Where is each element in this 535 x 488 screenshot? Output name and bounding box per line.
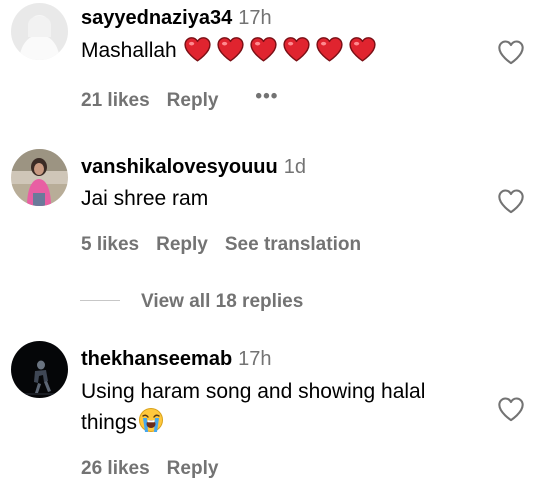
reply-button[interactable]: Reply (156, 234, 208, 255)
loudly-crying-face-icon (138, 407, 164, 442)
comment-3: thekhanseemab 17h Using haram song and sh… (0, 330, 535, 488)
red-heart-emoji (349, 37, 376, 62)
red-heart-emoji (184, 37, 211, 62)
like-heart-icon[interactable] (497, 188, 525, 214)
comment-2: vanshikalovesyouuu 1d Jai shree ram 5 lik… (0, 140, 535, 270)
comment-header: vanshikalovesyouuu 1d (81, 155, 306, 179)
see-translation-link[interactable]: See translation (225, 234, 361, 255)
comment-actions: 5 likes Reply See translation (81, 233, 378, 257)
comment-text-content: Mashallah (81, 39, 177, 62)
likes-count[interactable]: 5 likes (81, 234, 139, 255)
timestamp: 1d (283, 156, 306, 178)
username[interactable]: thekhanseemab (81, 348, 232, 370)
comment-text-content: Jai shree ram (81, 187, 209, 210)
avatar[interactable] (11, 3, 68, 60)
comment-header: thekhanseemab 17h (81, 347, 272, 371)
comment-1: sayyednaziya34 17h Mashallah 21 likes Repl… (0, 0, 535, 125)
comment-text: Jai shree ram (81, 184, 208, 214)
avatar[interactable] (11, 149, 68, 206)
heart-emojis (183, 36, 381, 71)
avatar[interactable] (11, 341, 68, 398)
likes-count[interactable]: 26 likes (81, 458, 150, 479)
like-heart-icon[interactable] (497, 396, 525, 422)
comment-text-line1: Using haram song and showing halal (81, 380, 426, 403)
reply-button[interactable]: Reply (167, 90, 219, 111)
red-heart-emoji (250, 37, 277, 62)
more-options-icon[interactable]: ••• (255, 85, 278, 109)
view-replies-button[interactable]: View all 18 replies (80, 290, 303, 314)
comment-text: Mashallah (81, 36, 381, 71)
comment-text-line2: things (81, 407, 425, 442)
timestamp: 17h (238, 348, 272, 370)
comment-text-line2-content: things (81, 411, 138, 434)
username[interactable]: sayyednaziya34 (81, 7, 232, 29)
like-heart-icon[interactable] (497, 39, 525, 65)
view-replies-label[interactable]: View all 18 replies (141, 290, 303, 314)
username[interactable]: vanshikalovesyouuu (81, 156, 278, 178)
red-heart-emoji (217, 37, 244, 62)
red-heart-emoji (316, 37, 343, 62)
likes-count[interactable]: 21 likes (81, 90, 150, 111)
red-heart-emoji (283, 37, 310, 62)
comment-header: sayyednaziya34 17h (81, 6, 272, 30)
comment-text: Using haram song and showing halal thing… (81, 377, 425, 442)
reply-button[interactable]: Reply (167, 458, 219, 479)
comment-actions: 26 likes Reply (81, 457, 235, 481)
comment-actions: 21 likes Reply ••• (81, 85, 295, 113)
replies-divider (80, 300, 120, 301)
timestamp: 17h (238, 7, 272, 29)
